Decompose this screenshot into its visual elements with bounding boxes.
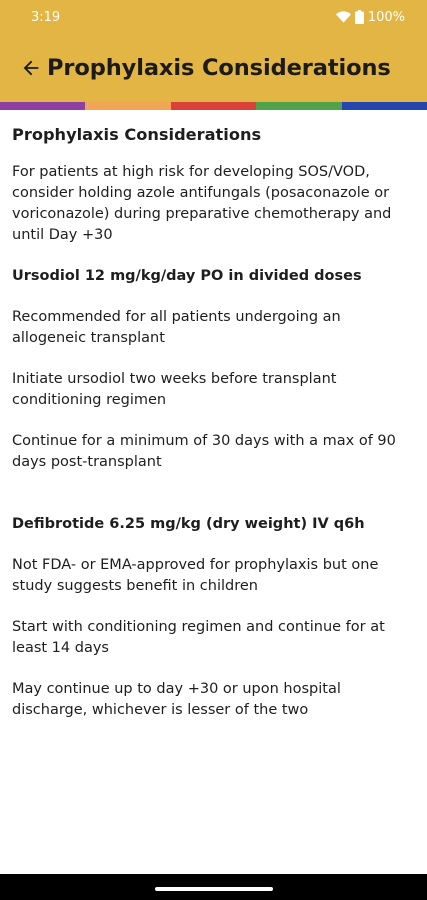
defibrotide-item: May continue up to day +30 or upon hospi…: [12, 681, 341, 718]
stripe-red: [170, 102, 257, 110]
intro-paragraph: For patients at high risk for developing…: [12, 164, 392, 243]
ursodiol-item: Initiate ursodiol two weeks before trans…: [12, 371, 337, 408]
battery-icon: [354, 10, 364, 24]
defibrotide-item: Start with conditioning regimen and cont…: [12, 619, 385, 656]
navigation-bar: [0, 874, 427, 900]
home-gesture-handle[interactable]: [154, 887, 273, 891]
defibrotide-title: Defibrotide 6.25 mg/kg (dry weight) IV q…: [12, 516, 365, 532]
wifi-icon: [335, 11, 351, 23]
status-bar: 3:19 100%: [0, 0, 427, 34]
ursodiol-title: Ursodiol 12 mg/kg/day PO in divided dose…: [12, 268, 362, 284]
defibrotide-item: Not FDA- or EMA-approved for prophylaxis…: [12, 557, 379, 594]
app-bar: Prophylaxis Considerations: [0, 34, 427, 102]
back-arrow-icon[interactable]: [20, 57, 42, 79]
content-area: Prophylaxis Considerations For patients …: [12, 110, 417, 741]
content-heading: Prophylaxis Considerations: [12, 125, 262, 144]
status-icons: 100%: [335, 9, 405, 25]
ursodiol-item: Recommended for all patients undergoing …: [12, 309, 341, 346]
page-title: Prophylaxis Considerations: [47, 55, 391, 81]
stripe-purple: [0, 102, 86, 110]
ursodiol-item: Continue for a minimum of 30 days with a…: [12, 433, 396, 470]
color-stripe: [0, 102, 427, 110]
stripe-orange: [85, 102, 171, 110]
stripe-green: [256, 102, 342, 110]
stripe-blue: [341, 102, 427, 110]
battery-percent: 100%: [367, 9, 405, 25]
status-time: 3:19: [31, 9, 61, 25]
